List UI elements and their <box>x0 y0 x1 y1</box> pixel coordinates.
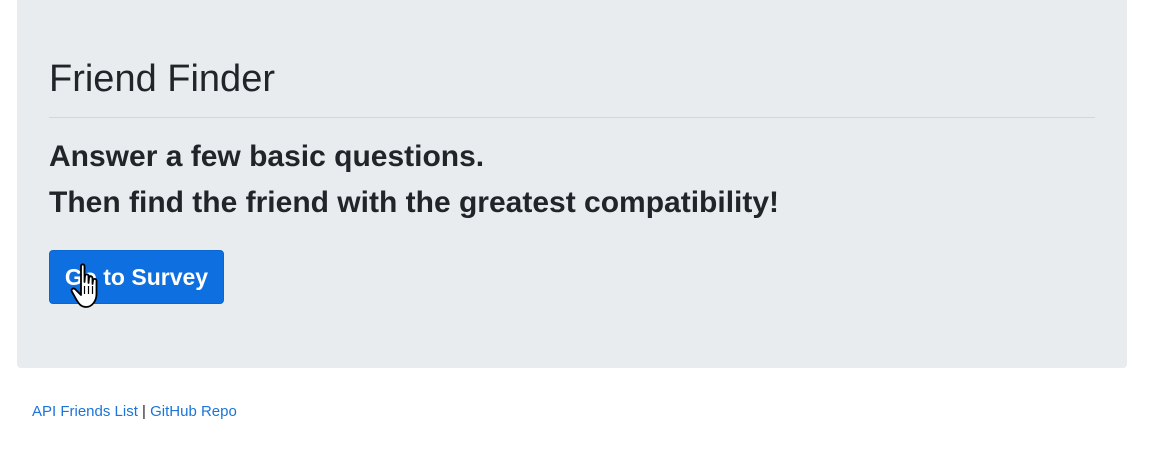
page-title: Friend Finder <box>49 58 275 100</box>
lead-line-2: Then find the friend with the greatest c… <box>49 186 780 219</box>
lead-line-1: Answer a few basic questions. <box>49 140 485 173</box>
github-repo-link[interactable]: GitHub Repo <box>150 403 237 420</box>
api-friends-list-link[interactable]: API Friends List <box>32 403 138 420</box>
go-to-survey-button[interactable]: Go to Survey <box>49 250 224 304</box>
footer-separator: | <box>142 403 146 420</box>
lead-text: Answer a few basic questions. Then find … <box>49 134 779 226</box>
footer: API Friends List | GitHub Repo <box>32 402 237 422</box>
jumbotron: Friend Finder Answer a few basic questio… <box>17 0 1127 368</box>
divider <box>49 117 1095 118</box>
